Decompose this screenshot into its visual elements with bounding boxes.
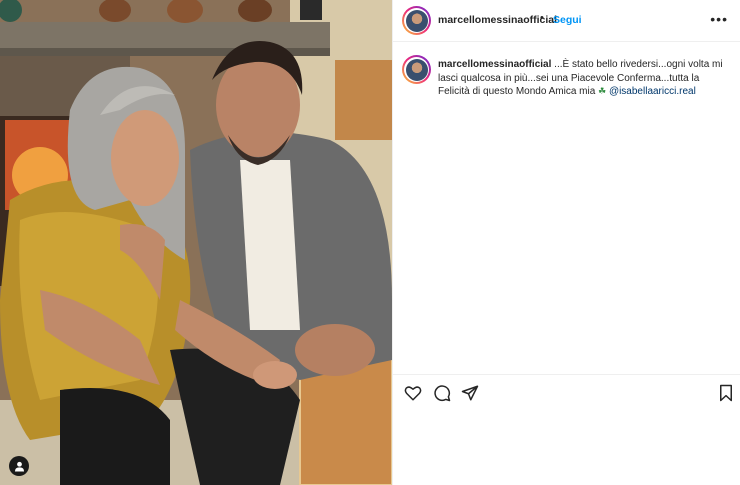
post-side-panel: marcellomessinaofficial • Segui ••• marc… — [392, 0, 740, 485]
post-photo[interactable] — [0, 0, 392, 485]
send-icon[interactable] — [461, 384, 479, 402]
bookmark-icon[interactable] — [717, 384, 735, 402]
author-avatar[interactable] — [402, 6, 431, 35]
post-caption: marcellomessinaofficial ...È stato bello… — [438, 58, 730, 99]
instagram-post: marcellomessinaofficial • Segui ••• marc… — [0, 0, 740, 485]
comment-icon[interactable] — [433, 384, 451, 402]
more-options-icon[interactable]: ••• — [710, 11, 728, 27]
user-tag-icon[interactable] — [9, 456, 29, 476]
heart-icon[interactable] — [404, 384, 422, 402]
header-separator: • — [540, 12, 544, 24]
photo-illustration — [0, 0, 392, 485]
caption-username[interactable]: marcellomessinaofficial — [438, 59, 551, 70]
follow-button[interactable]: Segui — [553, 14, 582, 26]
herb-emoji-icon: ☘ — [598, 86, 607, 96]
caption-mention-link[interactable]: @isabellaaricci.real — [609, 86, 696, 97]
person-icon — [14, 461, 24, 472]
caption-avatar[interactable] — [402, 55, 431, 84]
post-header: marcellomessinaofficial • Segui ••• — [393, 0, 740, 42]
post-actions-bar — [393, 374, 740, 411]
